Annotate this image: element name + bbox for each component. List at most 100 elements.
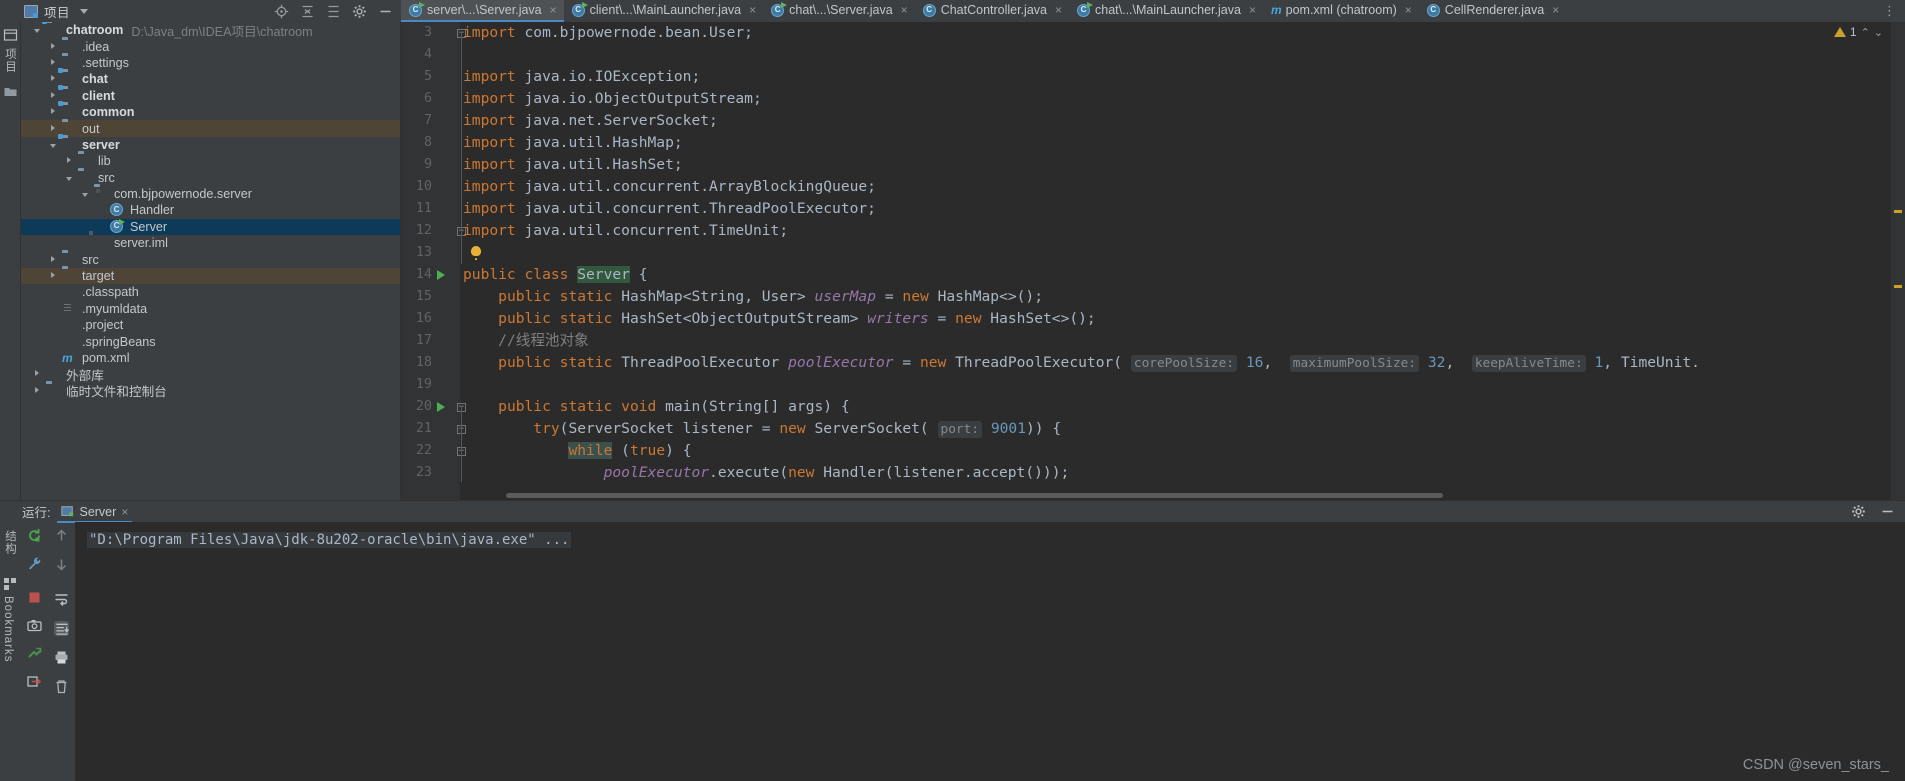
chevron-right-icon[interactable] — [49, 124, 59, 134]
code-line[interactable]: 15 public static HashMap<String, User> u… — [401, 286, 1905, 308]
warning-marker[interactable] — [1894, 285, 1902, 288]
chevron-down-icon[interactable] — [80, 8, 89, 14]
folder-icon[interactable] — [3, 84, 18, 99]
close-icon[interactable]: × — [550, 3, 557, 17]
chevron-right-icon[interactable] — [49, 107, 59, 117]
code-line[interactable]: 23 poolExecutor.execute(new Handler(list… — [401, 462, 1905, 484]
code-line[interactable]: 5 import java.io.IOException; — [401, 66, 1905, 88]
chevron-right-icon[interactable] — [49, 271, 59, 281]
editor-horizontal-scrollbar[interactable] — [463, 493, 1883, 498]
gear-icon[interactable] — [352, 4, 367, 19]
code-line[interactable]: 22− while (true) { — [401, 440, 1905, 462]
error-stripe-panel[interactable] — [1891, 22, 1905, 500]
tree-row[interactable]: .classpath — [21, 284, 400, 300]
code-line[interactable]: 18 public static ThreadPoolExecutor pool… — [401, 352, 1905, 374]
tree-row[interactable]: com.bjpowernode.server — [21, 186, 400, 202]
editor-tab[interactable]: Cchat\...\Server.java × — [763, 0, 915, 22]
code-line[interactable]: 12−import java.util.concurrent.TimeUnit; — [401, 220, 1905, 242]
intention-bulb-icon[interactable] — [471, 246, 481, 256]
tree-row[interactable]: target — [21, 267, 400, 285]
tree-row[interactable]: server.iml — [21, 235, 400, 251]
gear-icon[interactable] — [1851, 504, 1866, 519]
close-icon[interactable]: × — [901, 3, 908, 17]
chevron-right-icon[interactable] — [49, 42, 59, 52]
code-line[interactable]: 14 public class Server { — [401, 264, 1905, 286]
chevron-up-icon[interactable]: ⌃ — [1861, 26, 1870, 39]
editor-tab[interactable]: m pom.xml (chatroom) × — [1263, 0, 1419, 22]
chevron-down-icon[interactable] — [33, 25, 43, 35]
export-icon[interactable] — [27, 674, 42, 689]
camera-icon[interactable] — [27, 618, 42, 633]
locate-icon[interactable] — [274, 4, 289, 19]
tree-row[interactable]: C Handler — [21, 202, 400, 218]
console-output[interactable]: "D:\Program Files\Java\jdk-8u202-oracle\… — [75, 522, 1905, 781]
project-strip-label[interactable]: 项目 — [2, 48, 18, 73]
code-line[interactable]: 8 import java.util.HashMap; — [401, 132, 1905, 154]
code-line[interactable]: 17 //线程池对象 — [401, 330, 1905, 352]
run-tab-server[interactable]: Server × — [57, 505, 133, 523]
code-line[interactable]: 11 import java.util.concurrent.ThreadPool… — [401, 198, 1905, 220]
close-icon[interactable]: × — [1405, 3, 1412, 17]
tree-row[interactable]: .idea — [21, 38, 400, 54]
scroll-down-icon[interactable] — [54, 557, 69, 572]
chevron-down-icon[interactable]: ⌄ — [1874, 26, 1883, 39]
tree-row[interactable]: 外部库 — [21, 366, 400, 383]
code-editor[interactable]: 3−import com.bjpowernode.bean.User; 4 5 imp… — [401, 22, 1905, 500]
tree-row[interactable]: src — [21, 170, 400, 186]
tree-row[interactable]: .myumldata — [21, 301, 400, 317]
code-line[interactable]: 20− public static void main(String[] arg… — [401, 396, 1905, 418]
close-icon[interactable]: × — [1552, 3, 1559, 17]
inspection-status-badge[interactable]: 1 ⌃ ⌄ — [1833, 25, 1883, 39]
trash-icon[interactable] — [54, 679, 69, 694]
tree-row[interactable]: client — [21, 88, 400, 104]
structure-strip-label[interactable]: 结构 — [2, 530, 18, 555]
close-icon[interactable]: × — [749, 3, 756, 17]
run-gutter-icon[interactable] — [437, 270, 445, 280]
stop-icon[interactable] — [27, 590, 42, 605]
chevron-right-icon[interactable] — [49, 58, 59, 68]
editor-tab[interactable]: C CellRenderer.java × — [1419, 0, 1566, 22]
tree-row[interactable]: .settings — [21, 55, 400, 71]
hide-panel-icon[interactable] — [378, 4, 393, 19]
expand-all-icon[interactable] — [326, 4, 341, 19]
code-line[interactable]: 3−import com.bjpowernode.bean.User; — [401, 22, 1905, 44]
editor-tab[interactable]: Cserver\...\Server.java × — [401, 0, 564, 22]
bookmarks-icon[interactable] — [4, 578, 19, 593]
scroll-up-icon[interactable] — [54, 528, 69, 543]
code-line[interactable]: 7 import java.net.ServerSocket; — [401, 110, 1905, 132]
run-gutter-icon[interactable] — [437, 402, 445, 412]
warning-marker[interactable] — [1894, 210, 1902, 213]
code-line[interactable]: 16 public static HashSet<ObjectOutputStr… — [401, 308, 1905, 330]
project-tool-window-icon[interactable] — [3, 28, 18, 43]
tree-row[interactable]: 临时文件和控制台 — [21, 383, 400, 399]
code-line[interactable]: 9 import java.util.HashSet; — [401, 154, 1905, 176]
print-icon[interactable] — [54, 650, 69, 665]
close-icon[interactable]: × — [1249, 3, 1256, 17]
soft-wrap-icon[interactable] — [54, 592, 69, 607]
tabs-overflow-icon[interactable]: ⋮ — [1874, 0, 1905, 22]
tree-row[interactable]: chatroom D:\Java_dm\IDEA项目\chatroom — [21, 22, 400, 39]
chevron-right-icon[interactable] — [49, 74, 59, 84]
code-line[interactable]: 6 import java.io.ObjectOutputStream; — [401, 88, 1905, 110]
chevron-down-icon[interactable] — [81, 189, 91, 199]
chevron-right-icon[interactable] — [33, 369, 43, 379]
thread-dump-icon[interactable] — [27, 646, 42, 661]
code-line[interactable]: 21− try(ServerSocket listener = new Serv… — [401, 418, 1905, 440]
code-line[interactable]: 19 — [401, 374, 1905, 396]
code-line[interactable]: 4 — [401, 44, 1905, 66]
editor-tab[interactable]: Cchat\...\MainLauncher.java × — [1069, 0, 1263, 22]
tree-row[interactable]: common — [21, 104, 400, 120]
wrench-icon[interactable] — [27, 556, 42, 571]
chevron-right-icon[interactable] — [49, 255, 59, 265]
tree-row[interactable]: m pom.xml — [21, 350, 400, 366]
editor-tab[interactable]: Cclient\...\MainLauncher.java × — [564, 0, 764, 22]
code-line[interactable]: 13 — [401, 242, 1905, 264]
scroll-to-end-icon[interactable] — [54, 621, 70, 636]
code-line[interactable]: 10 import java.util.concurrent.ArrayBlock… — [401, 176, 1905, 198]
close-icon[interactable]: × — [121, 505, 128, 519]
tree-row[interactable]: src — [21, 251, 400, 267]
chevron-down-icon[interactable] — [49, 140, 59, 150]
tree-row[interactable]: chat — [21, 71, 400, 87]
rerun-icon[interactable] — [27, 528, 42, 543]
project-tree[interactable]: chatroom D:\Java_dm\IDEA项目\chatroom .idea.… — [21, 22, 401, 500]
